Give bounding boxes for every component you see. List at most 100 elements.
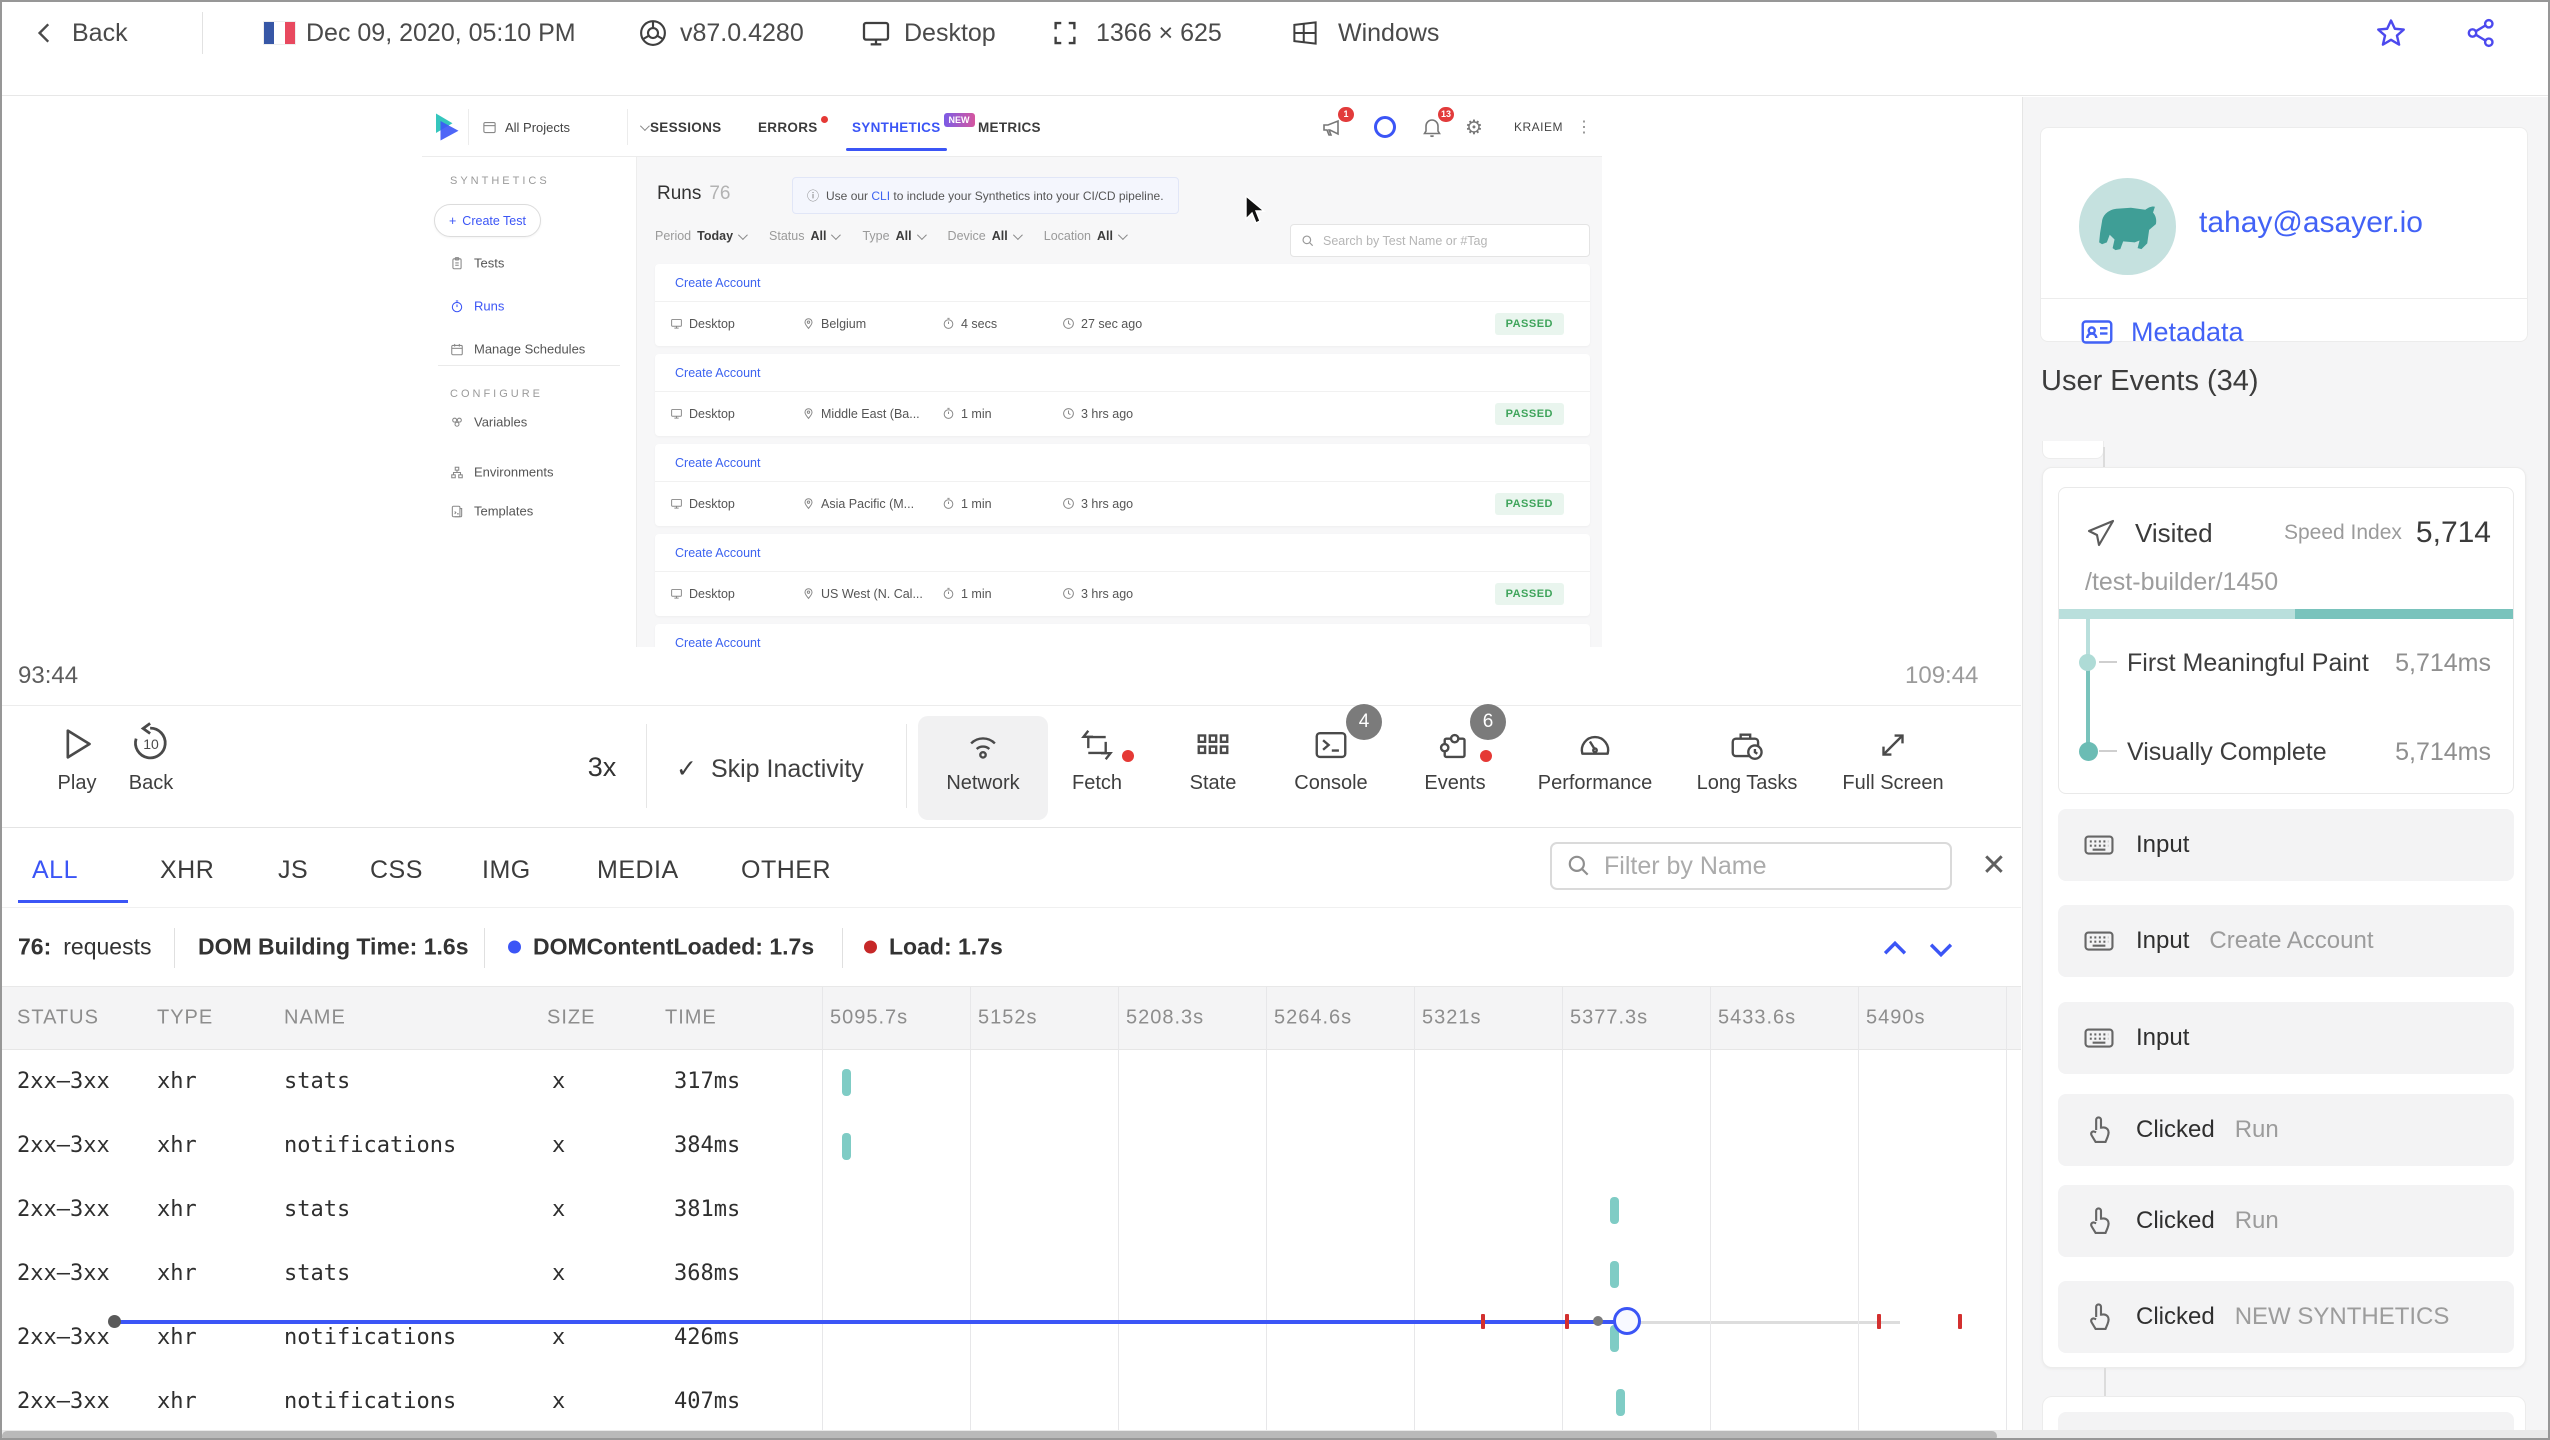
user-email-link[interactable]: tahay@asayer.io [2199, 206, 2423, 240]
network-row[interactable]: 2xx–3xx xhr notifications x 384ms [2, 1114, 2021, 1178]
device-label: Desktop [904, 18, 996, 47]
tab-synthetics[interactable]: SYNTHETICS NEW [846, 97, 975, 157]
network-filter-input[interactable] [1604, 851, 1924, 881]
back-10-button[interactable]: 10 Back [86, 716, 216, 795]
network-panel-button[interactable]: Network [918, 716, 1048, 820]
network-row[interactable]: 2xx–3xx xhr notifications x 426ms [2, 1306, 2021, 1370]
event-clicked[interactable]: Clicked Run [2058, 1185, 2514, 1257]
console-panel-button[interactable]: 4 Console [1266, 704, 1396, 795]
run-card[interactable]: Create Account Desktop Middle East (Ba..… [655, 354, 1590, 436]
col-time[interactable]: TIME [665, 1007, 717, 1030]
error-tick[interactable] [1481, 1314, 1485, 1329]
skip-inactivity-toggle[interactable]: ✓ Skip Inactivity [676, 754, 864, 784]
player-timeline[interactable]: 93:44 109:44 [2, 647, 2021, 1335]
project-selector[interactable]: All Projects [482, 97, 650, 157]
col-type[interactable]: TYPE [157, 1007, 213, 1030]
full-screen-button[interactable]: Full Screen [1828, 716, 1958, 795]
run-card[interactable]: Create Account Desktop US West (N. Cal..… [655, 534, 1590, 616]
sidebar-item-runs[interactable]: Runs [450, 299, 504, 314]
waterfall-bar [842, 1133, 851, 1160]
network-row[interactable]: 2xx–3xx xhr stats x 368ms [2, 1242, 2021, 1306]
id-card-icon [2081, 320, 2113, 344]
performance-panel-button[interactable]: Performance [1530, 716, 1660, 795]
filter-type[interactable]: Type All [862, 229, 927, 243]
event-input[interactable]: Input [2058, 1002, 2514, 1074]
tab-css[interactable]: CSS [370, 856, 423, 885]
scrollbar-thumb[interactable] [2, 1431, 1997, 1438]
favorite-star-button[interactable] [2374, 2, 2408, 64]
tab-media[interactable]: MEDIA [597, 856, 679, 885]
tab-img[interactable]: IMG [482, 856, 531, 885]
divider [484, 928, 485, 968]
grid-line [822, 987, 823, 1434]
run-name-link[interactable]: Create Account [655, 354, 1590, 392]
run-card[interactable]: Create Account Desktop Belgium 4 secs 27… [655, 264, 1590, 346]
tab-js[interactable]: JS [278, 856, 308, 885]
error-tick[interactable] [1565, 1314, 1569, 1329]
jump-previous-button[interactable] [1878, 932, 1912, 966]
events-panel-button[interactable]: 6 Events [1390, 704, 1520, 795]
long-tasks-panel-button[interactable]: Long Tasks [1682, 716, 1812, 795]
test-search-box[interactable] [1290, 224, 1590, 257]
tab-other[interactable]: OTHER [741, 856, 831, 885]
speed-button[interactable]: 3x [562, 752, 642, 783]
visited-event-card[interactable]: Visited Speed Index 5,714 /test-builder/… [2058, 487, 2514, 794]
user-menu[interactable]: KRAIEM [1514, 97, 1563, 157]
event-clicked[interactable]: Clicked NEW SYNTHETICS [2058, 1281, 2514, 1353]
network-row[interactable]: 2xx–3xx xhr stats x 381ms [2, 1178, 2021, 1242]
col-status[interactable]: STATUS [17, 1007, 99, 1030]
metadata-button[interactable]: Metadata [2079, 314, 2244, 350]
back-button[interactable]: Back [32, 2, 128, 64]
loading-spinner [1374, 97, 1396, 157]
app-sidebar: SYNTHETICS + Create Test Tests Runs Manag… [422, 157, 637, 647]
filter-status[interactable]: Status All [769, 229, 842, 243]
run-card[interactable]: Create Account Desktop Asia Pacific (M..… [655, 444, 1590, 526]
more-menu[interactable]: ⋮ [1576, 97, 1592, 157]
tab-sessions[interactable]: SESSIONS [650, 97, 721, 157]
sidebar-item-manage-schedules[interactable]: Manage Schedules [450, 342, 585, 357]
col-size[interactable]: SIZE [547, 1007, 595, 1030]
tab-errors[interactable]: ERRORS [758, 97, 828, 157]
test-search-input[interactable] [1323, 233, 1563, 248]
share-button[interactable] [2464, 2, 2498, 64]
event-connector [2104, 1368, 2106, 1396]
jump-next-button[interactable] [1924, 932, 1958, 966]
sidebar-item-environments[interactable]: Environments [450, 465, 553, 480]
state-panel-button[interactable]: State [1148, 716, 1278, 795]
error-tick[interactable] [1958, 1314, 1962, 1329]
sidebar-item-templates[interactable]: Templates [450, 504, 533, 519]
filter-location[interactable]: Location All [1044, 229, 1128, 243]
click-hand-icon [2090, 1116, 2110, 1143]
error-tick[interactable] [1877, 1314, 1881, 1329]
horizontal-scrollbar[interactable] [2, 1430, 2548, 1438]
tab-xhr[interactable]: XHR [160, 856, 214, 885]
network-row[interactable]: 2xx–3xx xhr stats x 317ms [2, 1050, 2021, 1114]
run-name-link[interactable]: Create Account [655, 534, 1590, 572]
announcements-button[interactable]: 1 [1320, 97, 1354, 157]
create-test-button[interactable]: + Create Test [434, 204, 541, 237]
stopwatch-icon [943, 317, 954, 329]
event-clicked[interactable]: Clicked Run [2058, 1094, 2514, 1166]
fetch-panel-button[interactable]: Fetch [1032, 716, 1162, 795]
tab-metrics[interactable]: METRICS [978, 97, 1041, 157]
run-name-link[interactable]: Create Account [655, 624, 1590, 648]
timeline-scrubber-handle[interactable] [1613, 1307, 1641, 1335]
filter-device[interactable]: Device All [948, 229, 1023, 243]
run-card[interactable]: Create Account Desktop Canada (Central) … [655, 624, 1590, 647]
run-name-link[interactable]: Create Account [655, 444, 1590, 482]
run-name-link[interactable]: Create Account [655, 264, 1590, 302]
filter-period[interactable]: Period Today [655, 229, 748, 243]
col-name[interactable]: NAME [284, 1007, 346, 1030]
event-input[interactable]: Input Create Account [2058, 905, 2514, 977]
notifications-button[interactable]: 13 [1420, 97, 1454, 157]
tab-all[interactable]: ALL [32, 856, 78, 885]
sidebar-item-variables[interactable]: Variables [450, 415, 527, 430]
network-filter-box[interactable] [1550, 842, 1952, 890]
settings-button[interactable]: ⚙ [1465, 97, 1483, 157]
sidebar-item-tests[interactable]: Tests [450, 256, 504, 271]
event-input[interactable]: Input [2058, 809, 2514, 881]
close-panel-button[interactable]: ✕ [1974, 848, 2014, 883]
event-dot[interactable] [1593, 1316, 1603, 1326]
cli-link[interactable]: CLI [871, 189, 890, 203]
network-row[interactable]: 2xx–3xx xhr notifications x 407ms [2, 1370, 2021, 1434]
